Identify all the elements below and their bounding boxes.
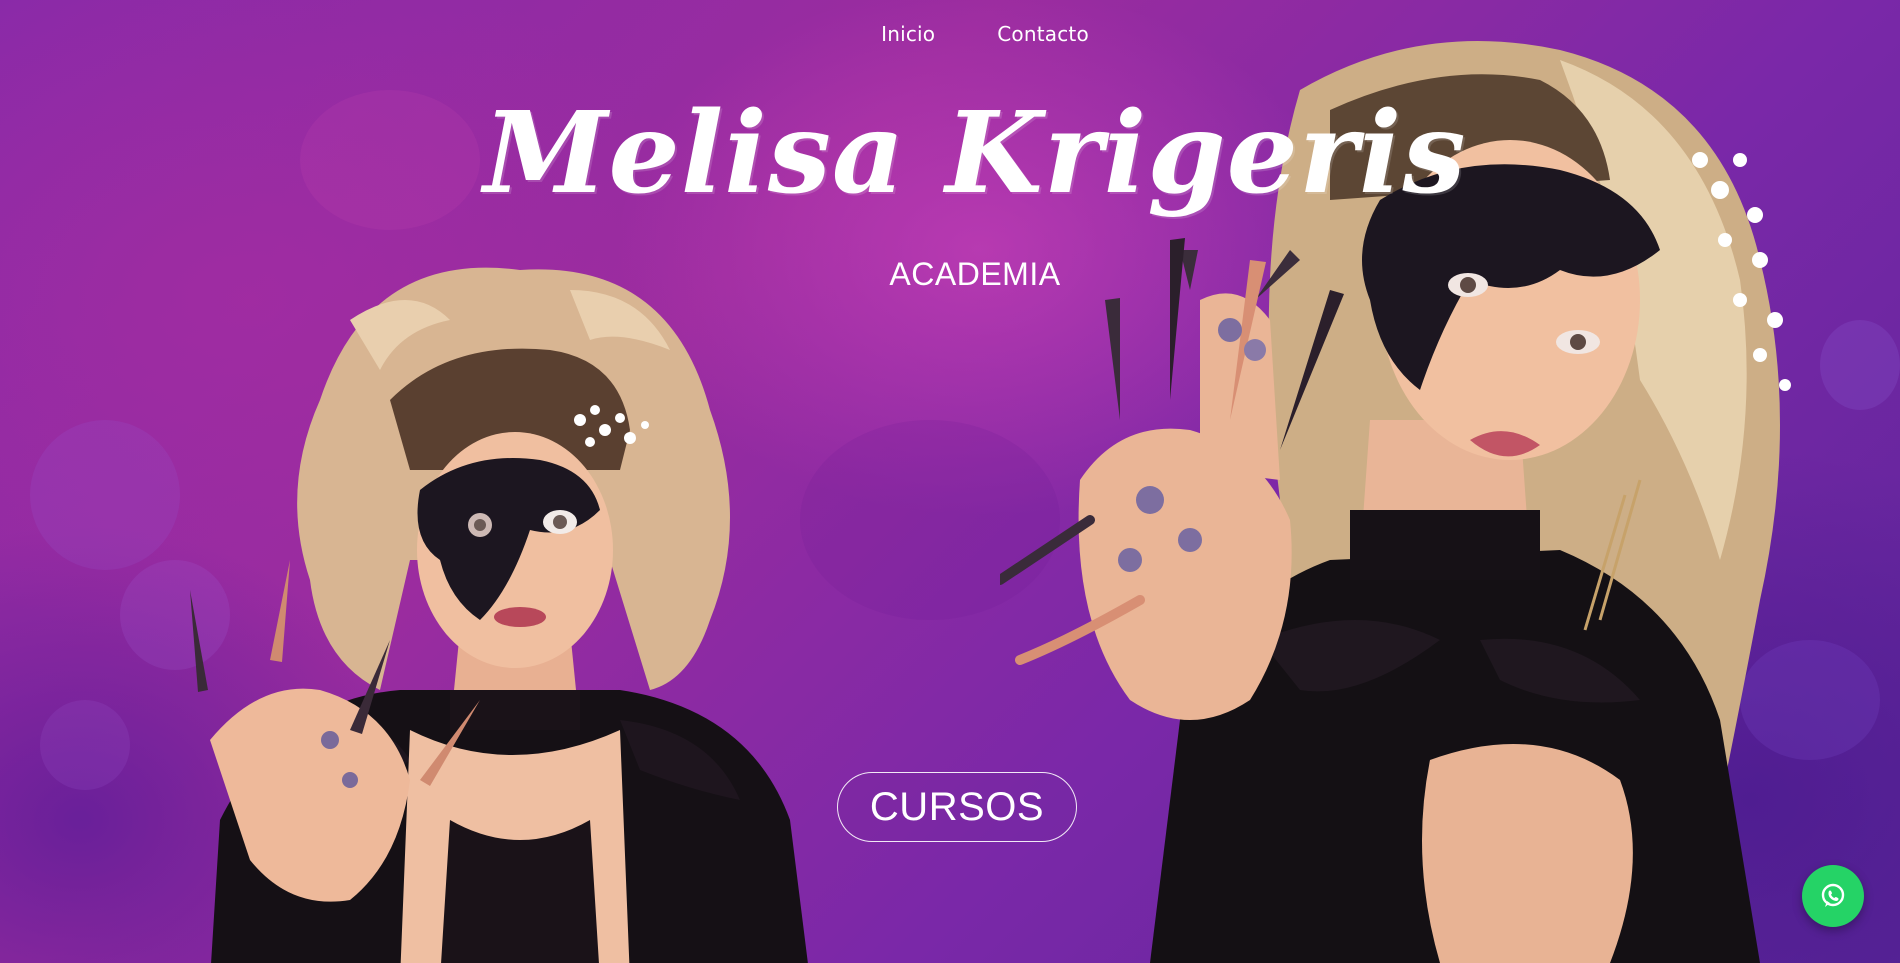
cursos-button[interactable]: CURSOS [837,772,1077,842]
hero-section: Inicio Contacto Melisa Krigeris ACADEMIA… [0,0,1900,963]
site-subtitle: ACADEMIA [889,256,1061,292]
whatsapp-icon [1821,883,1845,907]
model-photo-left [190,267,808,963]
texture-blot [40,700,130,790]
site-title: Melisa Krigeris [483,88,1467,219]
nav-link-inicio[interactable]: Inicio [881,22,935,46]
whatsapp-button[interactable] [1802,865,1864,927]
top-navigation: Inicio Contacto [0,22,1900,46]
nav-link-contacto[interactable]: Contacto [997,22,1089,46]
